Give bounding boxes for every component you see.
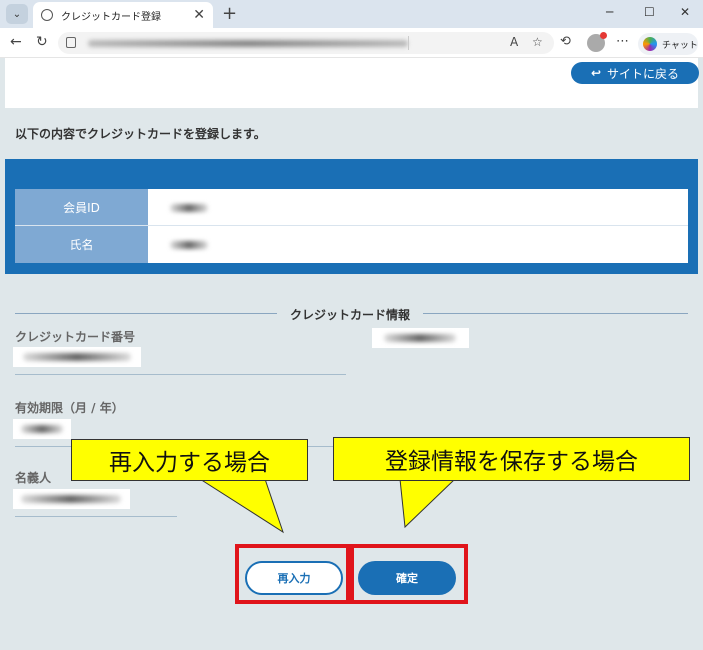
redacted-value <box>21 425 63 433</box>
tab-close-icon[interactable]: ✕ <box>193 7 205 23</box>
holder-underline <box>15 516 177 517</box>
expiry-value <box>13 419 71 439</box>
tab-actions-button[interactable]: ⌄ <box>6 4 28 24</box>
card-number-value <box>13 347 141 367</box>
card-number-label: クレジットカード番号 <box>15 330 136 344</box>
divider-line <box>423 313 688 314</box>
more-menu-icon[interactable]: ⋯ <box>616 34 629 49</box>
url-field[interactable]: A ☆ <box>58 32 554 54</box>
url-divider <box>408 36 409 50</box>
browser-tab[interactable]: クレジットカード登録 ✕ <box>33 2 213 28</box>
site-header: ↩ サイトに戻る <box>5 58 699 108</box>
tab-title: クレジットカード登録 <box>61 11 161 23</box>
browser-tab-bar: ⌄ クレジットカード登録 ✕ + ─ ☐ ✕ <box>0 0 703 28</box>
holder-value <box>13 489 130 509</box>
reenter-callout-text: 再入力する場合 <box>109 450 270 476</box>
member-info-table: 会員ID 氏名 <box>15 189 688 263</box>
redacted-value <box>21 495 121 503</box>
save-callout-text: 登録情報を保存する場合 <box>385 449 638 475</box>
reenter-button[interactable]: 再入力 <box>245 561 343 595</box>
redacted-value <box>384 334 456 342</box>
read-aloud-icon[interactable]: A <box>510 35 518 49</box>
url-text-redacted <box>88 40 408 47</box>
member-id-row: 会員ID <box>15 189 688 226</box>
favorite-star-icon[interactable]: ☆ <box>532 35 543 49</box>
chat-label: チャット <box>662 40 698 51</box>
member-id-label: 会員ID <box>15 189 148 225</box>
back-to-site-button[interactable]: ↩ サイトに戻る <box>571 62 699 84</box>
confirm-button[interactable]: 確定 <box>358 561 456 595</box>
card-info-section-title: クレジットカード情報 <box>15 306 688 322</box>
card-info-title: クレジットカード情報 <box>290 308 411 322</box>
back-arrow-icon[interactable]: ← <box>10 34 22 50</box>
minimize-icon[interactable]: ─ <box>606 5 613 19</box>
refresh-icon[interactable]: ↻ <box>36 34 48 50</box>
holder-label: 名義人 <box>15 471 52 485</box>
extensions-icon[interactable]: ⟲ <box>560 34 571 49</box>
expiry-label: 有効期限（月 / 年） <box>15 401 124 415</box>
member-id-value <box>148 189 688 225</box>
reenter-callout: 再入力する場合 <box>71 439 308 481</box>
copilot-chat-button[interactable]: チャット <box>638 33 698 55</box>
globe-icon <box>41 9 53 21</box>
copilot-icon <box>643 37 657 51</box>
redacted-value <box>170 241 208 249</box>
maximize-icon[interactable]: ☐ <box>644 5 655 19</box>
divider-line <box>15 313 277 314</box>
intro-text: 以下の内容でクレジットカードを登録します。 <box>15 127 266 141</box>
card-brand-value <box>372 328 469 348</box>
page-content: ↩ サイトに戻る 以下の内容でクレジットカードを登録します。 会員ID 氏名 ク… <box>0 58 703 650</box>
chevron-down-icon: ⌄ <box>12 8 22 20</box>
back-to-site-label: サイトに戻る <box>607 66 680 81</box>
save-callout: 登録情報を保存する場合 <box>333 437 690 481</box>
notification-dot <box>600 32 607 39</box>
redacted-value <box>170 204 208 212</box>
name-row: 氏名 <box>15 226 688 263</box>
new-tab-button[interactable]: + <box>222 3 237 24</box>
card-number-underline <box>15 374 346 375</box>
name-value <box>148 226 688 263</box>
redacted-value <box>23 353 131 361</box>
name-label: 氏名 <box>15 226 148 263</box>
profile-avatar[interactable] <box>587 32 607 52</box>
window-close-icon[interactable]: ✕ <box>680 5 690 19</box>
site-info-icon[interactable] <box>66 37 76 48</box>
return-arrow-icon: ↩ <box>590 66 602 80</box>
